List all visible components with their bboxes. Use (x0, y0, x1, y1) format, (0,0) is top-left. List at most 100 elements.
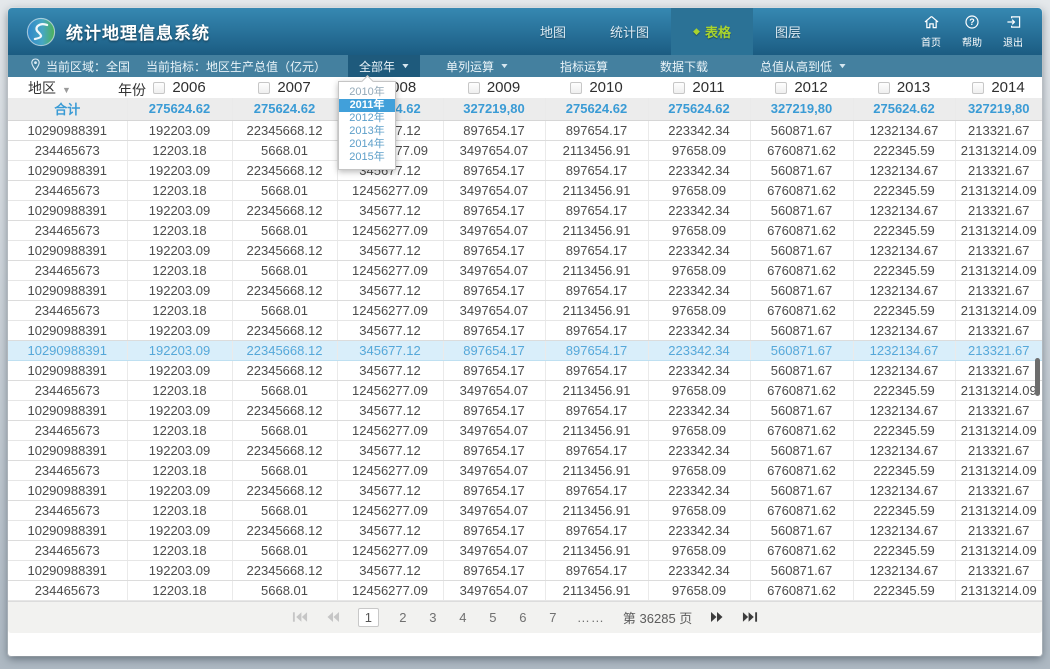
year-checkbox[interactable] (258, 82, 270, 94)
cell: 223342.34 (648, 560, 750, 580)
table-row-highlighted[interactable]: 10290988391192203.0922345668.12345677.12… (8, 340, 1042, 360)
tab-统计图[interactable]: 统计图 (588, 8, 671, 55)
year-checkbox[interactable] (673, 82, 685, 94)
next-page-button[interactable] (710, 611, 724, 623)
cell: 897654.17 (443, 560, 545, 580)
cell: 222345.59 (853, 380, 955, 400)
table-row[interactable]: 23446567312203.185668.0112456277.0934976… (8, 500, 1042, 520)
first-page-button[interactable] (292, 611, 308, 623)
tab-图层[interactable]: 图层 (753, 8, 823, 55)
cell: 6760871.62 (750, 460, 853, 480)
menu-label: 指标运算 (560, 58, 608, 75)
previous-page-button[interactable] (326, 611, 340, 623)
tab-地图[interactable]: 地图 (518, 8, 588, 55)
table-row[interactable]: 23446567312203.185668.0112456277.0934976… (8, 460, 1042, 480)
page-numbers: 1 2 3 4 5 6 7 (358, 608, 559, 627)
table-row[interactable]: 23446567312203.185668.0112456277.0934976… (8, 580, 1042, 600)
page-number-2[interactable]: 2 (397, 610, 409, 625)
cell: 1232134.67 (853, 360, 955, 380)
table-row[interactable]: 23446567312203.185668.0112456277.0934976… (8, 540, 1042, 560)
table-row[interactable]: 23446567312203.185668.0112456277.0934976… (8, 220, 1042, 240)
cell: 897654.17 (545, 200, 648, 220)
total-cell: 275624.62 (853, 98, 955, 120)
quick-link-帮助[interactable]: ?帮助 (959, 15, 985, 49)
cell: 21313214.09 (955, 420, 1042, 440)
cell: 2113456.91 (545, 220, 648, 240)
cell: 3497654.07 (443, 260, 545, 280)
table-row[interactable]: 10290988391192203.0922345668.12345677.12… (8, 440, 1042, 460)
cell: 12203.18 (127, 220, 232, 240)
year-option-2013年[interactable]: 2013年 (339, 125, 395, 138)
last-page-button[interactable] (742, 611, 758, 623)
data-table: 地区▼ 年份2006200720082009201020112012201320… (8, 77, 1042, 601)
tab-表格[interactable]: ◆表格 (671, 8, 753, 55)
cell: 10290988391 (8, 480, 127, 500)
cell: 6760871.62 (750, 380, 853, 400)
quick-link-label: 首页 (921, 34, 941, 49)
cell: 213321.67 (955, 340, 1042, 360)
cell: 22345668.12 (232, 400, 337, 420)
table-row[interactable]: 10290988391192203.0922345668.12345677.12… (8, 480, 1042, 500)
table-row[interactable]: 23446567312203.185668.0112456277.0934976… (8, 140, 1042, 160)
table-row[interactable]: 10290988391192203.0922345668.12345677.12… (8, 200, 1042, 220)
page-number-1[interactable]: 1 (358, 608, 379, 627)
table-row[interactable]: 10290988391192203.0922345668.12345677.12… (8, 560, 1042, 580)
table-row[interactable]: 10290988391192203.0922345668.12345677.12… (8, 120, 1042, 140)
quick-link-首页[interactable]: 首页 (918, 15, 944, 49)
table-row[interactable]: 10290988391192203.0922345668.12345677.12… (8, 240, 1042, 260)
page-number-4[interactable]: 4 (457, 610, 469, 625)
table-row[interactable]: 10290988391192203.0922345668.12345677.12… (8, 160, 1042, 180)
page-number-3[interactable]: 3 (427, 610, 439, 625)
active-tab-diamond-icon: ◆ (693, 26, 700, 37)
toolbar-menu-数据下载[interactable]: 数据下载 (634, 58, 734, 75)
region-column-header[interactable]: 地区▼ (8, 77, 127, 98)
quick-link-退出[interactable]: 退出 (1000, 15, 1026, 49)
year-checkbox[interactable] (878, 82, 890, 94)
cell: 345677.12 (337, 280, 443, 300)
table-row[interactable]: 10290988391192203.0922345668.12345677.12… (8, 320, 1042, 340)
year-checkbox[interactable] (972, 82, 984, 94)
cell: 897654.17 (545, 560, 648, 580)
table-row[interactable]: 10290988391192203.0922345668.12345677.12… (8, 400, 1042, 420)
table-row[interactable]: 10290988391192203.0922345668.12345677.12… (8, 280, 1042, 300)
table-row[interactable]: 23446567312203.185668.0112456277.0934976… (8, 380, 1042, 400)
toolbar-menu-单列运算[interactable]: 单列运算▼ (420, 58, 534, 75)
page-number-7[interactable]: 7 (547, 610, 559, 625)
year-option-2015年[interactable]: 2015年 (339, 151, 395, 164)
table-row[interactable]: 23446567312203.185668.0112456277.0934976… (8, 180, 1042, 200)
cell: 234465673 (8, 460, 127, 480)
toolbar-menu-指标运算[interactable]: 指标运算 (534, 58, 634, 75)
cell: 12456277.09 (337, 540, 443, 560)
year-filter-button[interactable]: 全部年 ▼ (348, 55, 420, 77)
year-checkbox[interactable] (153, 82, 165, 94)
page-number-5[interactable]: 5 (487, 610, 499, 625)
cell: 223342.34 (648, 120, 750, 140)
table-row[interactable]: 23446567312203.185668.0112456277.0934976… (8, 260, 1042, 280)
cell: 223342.34 (648, 320, 750, 340)
cell: 213321.67 (955, 240, 1042, 260)
cell: 213321.67 (955, 280, 1042, 300)
table-row[interactable]: 10290988391192203.0922345668.12345677.12… (8, 520, 1042, 540)
year-option-2011年[interactable]: 2011年 (339, 99, 395, 112)
year-checkbox[interactable] (468, 82, 480, 94)
year-option-2014年[interactable]: 2014年 (339, 138, 395, 151)
cell: 897654.17 (443, 400, 545, 420)
year-checkbox[interactable] (775, 82, 787, 94)
cell: 5668.01 (232, 220, 337, 240)
cell: 560871.67 (750, 280, 853, 300)
cell: 12456277.09 (337, 580, 443, 600)
toolbar-menu-总值从高到低[interactable]: 总值从高到低▼ (734, 58, 872, 75)
year-option-2012年[interactable]: 2012年 (339, 112, 395, 125)
vertical-scrollbar-thumb[interactable] (1035, 358, 1040, 396)
year-checkbox[interactable] (570, 82, 582, 94)
year-option-2010年[interactable]: 2010年 (339, 86, 395, 99)
help-icon: ? (965, 15, 979, 32)
year-column-header-2009: 2009 (443, 77, 545, 98)
page-number-6[interactable]: 6 (517, 610, 529, 625)
table-row[interactable]: 23446567312203.185668.0112456277.0934976… (8, 300, 1042, 320)
table-row[interactable]: 10290988391192203.0922345668.12345677.12… (8, 360, 1042, 380)
table-row[interactable]: 23446567312203.185668.0112456277.0934976… (8, 420, 1042, 440)
year-header-wrap: 2009 (443, 79, 545, 96)
cell: 345677.12 (337, 400, 443, 420)
year-column-header-2012: 2012 (750, 77, 853, 98)
